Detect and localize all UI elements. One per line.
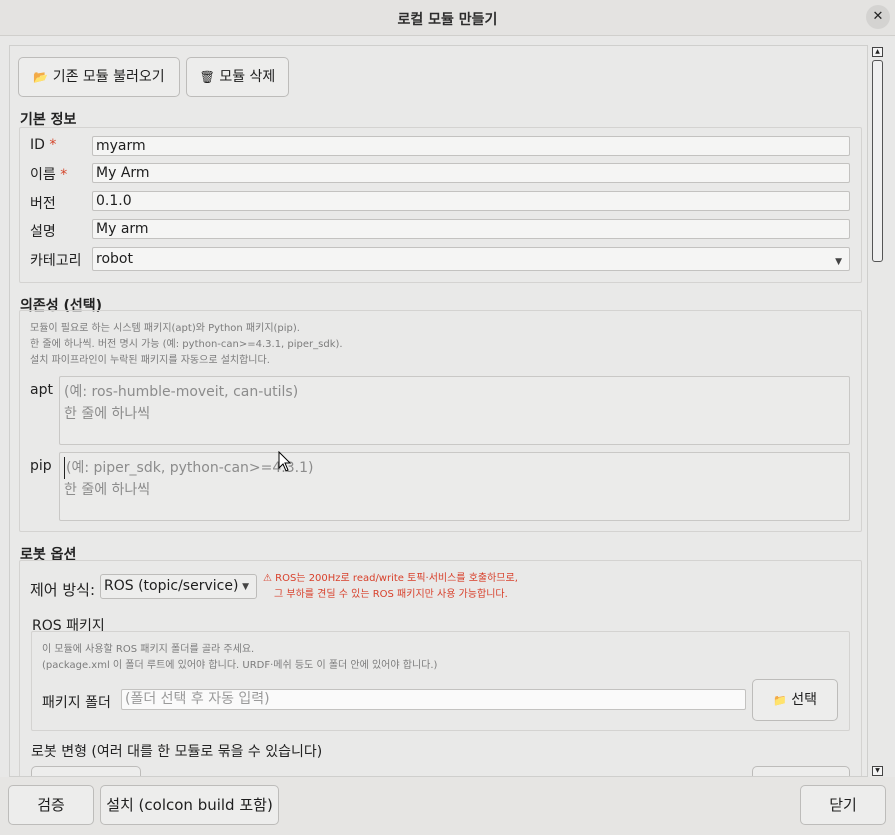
package-folder-input[interactable]: (폴더 선택 후 자동 입력) bbox=[121, 689, 746, 710]
pip-placeholder-line2: 한 줄에 하나씩 bbox=[64, 482, 151, 498]
apt-label: apt bbox=[30, 382, 53, 398]
scroll-up-icon[interactable]: ▲ bbox=[872, 47, 883, 57]
name-required-mark: * bbox=[60, 167, 68, 183]
description-field[interactable]: My arm bbox=[92, 219, 850, 239]
scroll-content: 📂 기존 모듈 불러오기 🗑 모듈 삭제 기본 정보 ID * myarm 이름… bbox=[9, 45, 868, 777]
name-label: 이름 * bbox=[30, 164, 67, 184]
id-field[interactable]: myarm bbox=[92, 136, 850, 156]
id-label-text: ID bbox=[30, 137, 45, 153]
robot-variants-title: 로봇 변형 (여러 대를 한 모듈로 묶을 수 있습니다) bbox=[31, 744, 323, 760]
ros-warning-line2: 그 부하를 견딜 수 있는 ROS 패키지만 사용 가능합니다. bbox=[274, 589, 508, 600]
dependencies-help-2: 한 줄에 하나씩. 버전 명시 가능 (예: python-can>=4.3.1… bbox=[30, 339, 343, 350]
scroll-down-icon[interactable]: ▼ bbox=[872, 766, 883, 776]
basic-info-title: 기본 정보 bbox=[20, 112, 77, 128]
chevron-down-icon: ▼ bbox=[242, 582, 249, 592]
bottom-button-bar: 검증 설치 (colcon build 포함) 닫기 bbox=[0, 777, 895, 835]
delete-module-label: 모듈 삭제 bbox=[219, 69, 276, 85]
name-label-text: 이름 bbox=[30, 167, 56, 183]
scrollbar-thumb[interactable] bbox=[872, 60, 883, 262]
description-label: 설명 bbox=[30, 224, 56, 240]
close-button[interactable]: 닫기 bbox=[800, 785, 886, 825]
ros-package-help-1: 이 모듈에 사용할 ROS 패키지 폴더를 골라 주세요. bbox=[42, 644, 255, 655]
folder-open-icon: 📂 bbox=[33, 70, 49, 84]
title-bar: 로컬 모듈 만들기 ✕ bbox=[0, 0, 895, 36]
pip-label: pip bbox=[30, 458, 52, 474]
category-label: 카테고리 bbox=[30, 253, 82, 269]
select-folder-button[interactable]: 📁 선택 bbox=[752, 679, 838, 721]
name-field[interactable]: My Arm bbox=[92, 163, 850, 183]
control-method-label: 제어 방식: bbox=[30, 581, 96, 599]
pip-placeholder-line1: (예: piper_sdk, python-can>=4.3.1) bbox=[64, 457, 845, 479]
window-title: 로컬 모듈 만들기 bbox=[397, 12, 498, 28]
variant-action-button-partial[interactable] bbox=[752, 766, 850, 776]
add-variant-button-partial[interactable] bbox=[31, 766, 141, 776]
id-label: ID * bbox=[30, 137, 56, 153]
validate-button[interactable]: 검증 bbox=[8, 785, 94, 825]
trash-icon: 🗑 bbox=[199, 70, 215, 84]
category-value: robot bbox=[96, 251, 133, 267]
ros-warning-line1: ⚠ ROS는 200Hz로 read/write 토픽·서비스를 호출하므로, bbox=[263, 573, 518, 584]
apt-placeholder-line1: (예: ros-humble-moveit, can-utils) bbox=[64, 384, 299, 400]
apt-textarea[interactable]: (예: ros-humble-moveit, can-utils) 한 줄에 하… bbox=[59, 376, 850, 445]
control-method-select[interactable]: ROS (topic/service) ▼ bbox=[100, 574, 257, 599]
delete-module-button[interactable]: 🗑 모듈 삭제 bbox=[186, 57, 289, 97]
mouse-pointer-icon bbox=[278, 451, 292, 472]
id-required-mark: * bbox=[49, 137, 57, 153]
apt-placeholder-line2: 한 줄에 하나씩 bbox=[64, 406, 151, 422]
dependencies-help-1: 모듈이 필요로 하는 시스템 패키지(apt)와 Python 패키지(pip)… bbox=[30, 323, 300, 334]
chevron-down-icon: ▼ bbox=[835, 257, 842, 267]
select-folder-label: 선택 bbox=[791, 692, 817, 708]
install-button[interactable]: 설치 (colcon build 포함) bbox=[100, 785, 279, 825]
package-folder-label: 패키지 폴더 bbox=[42, 695, 111, 711]
pip-textarea[interactable]: (예: piper_sdk, python-can>=4.3.1) 한 줄에 하… bbox=[59, 452, 850, 521]
ros-package-help-2: (package.xml 이 폴더 루트에 있어야 합니다. URDF·메쉬 등… bbox=[42, 660, 438, 671]
load-module-label: 기존 모듈 불러오기 bbox=[52, 69, 165, 85]
load-module-button[interactable]: 📂 기존 모듈 불러오기 bbox=[18, 57, 180, 97]
control-method-value: ROS (topic/service) bbox=[104, 578, 239, 594]
version-label: 버전 bbox=[30, 196, 56, 212]
version-field[interactable]: 0.1.0 bbox=[92, 191, 850, 211]
folder-icon: 📁 bbox=[773, 694, 787, 707]
close-window-button[interactable]: ✕ bbox=[866, 5, 890, 29]
dependencies-help-3: 설치 파이프라인이 누락된 패키지를 자동으로 설치합니다. bbox=[30, 355, 270, 366]
vertical-scrollbar[interactable]: ▲ ▼ bbox=[872, 47, 885, 777]
category-select[interactable]: robot ▼ bbox=[92, 247, 850, 271]
